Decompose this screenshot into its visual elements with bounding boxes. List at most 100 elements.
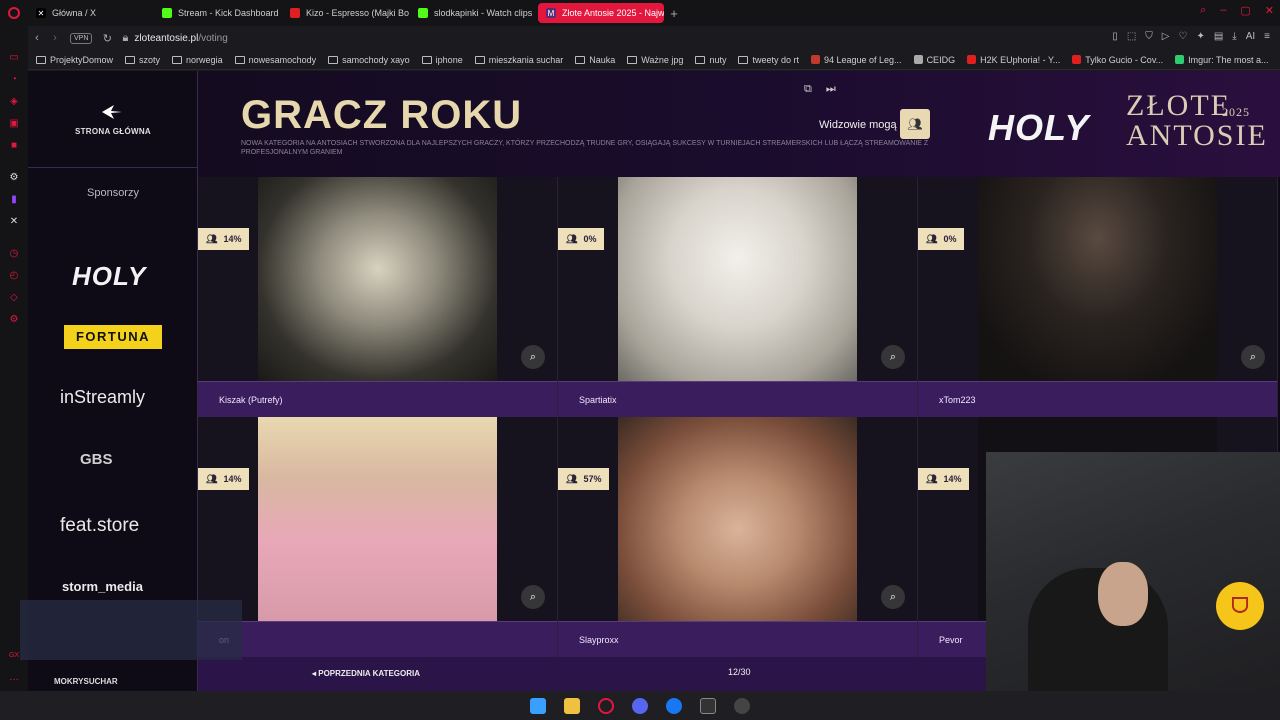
- maximize-icon[interactable]: ▢: [1240, 4, 1250, 17]
- url-field[interactable]: zloteantosie.pl/voting: [134, 33, 227, 44]
- header-controls: ⧉ ⏭︎: [804, 83, 836, 96]
- bookmark-folder[interactable]: Ważne jpg: [627, 55, 683, 65]
- tab-label: Stream - Kick Dashboard: [178, 8, 279, 18]
- history-icon[interactable]: ◷: [8, 248, 20, 260]
- shuffle-icon[interactable]: ⧉: [804, 83, 812, 96]
- x-icon[interactable]: ✕: [8, 216, 20, 228]
- bookmark-folder[interactable]: nuty: [695, 55, 726, 65]
- nominee-name[interactable]: Spartiatix: [558, 381, 917, 417]
- nominee-card[interactable]: 👥︎ 14% ⌕ Kiszak (Putrefy): [198, 177, 558, 417]
- aria-icon[interactable]: ◔: [8, 74, 20, 86]
- sponsor-storm-logo[interactable]: storm_media: [62, 579, 143, 594]
- more-icon[interactable]: …: [8, 672, 20, 684]
- nominee-card[interactable]: 👥︎ 57% ⌕ Slayproxx: [558, 417, 918, 657]
- discord-icon[interactable]: [632, 697, 648, 714]
- bookmark-folder[interactable]: norwegia: [172, 55, 223, 65]
- bookmark-site[interactable]: 94 League of Leg...: [810, 55, 902, 65]
- zoom-icon[interactable]: ⌕: [1241, 345, 1265, 369]
- search-icon[interactable]: ⌕: [1200, 4, 1206, 17]
- nominee-card[interactable]: 👥︎ 0% ⌕ xTom223: [918, 177, 1278, 417]
- nominee-card[interactable]: 👥︎ 0% ⌕ Spartiatix: [558, 177, 918, 417]
- bookmark-folder[interactable]: szoty: [125, 55, 160, 65]
- wallet-icon[interactable]: ▤: [1214, 31, 1223, 42]
- viewers-vote-button[interactable]: 👥︎: [900, 109, 930, 139]
- menu-icon[interactable]: ≡: [1264, 31, 1270, 42]
- ai-icon[interactable]: AI: [1246, 31, 1255, 42]
- chatgpt-icon[interactable]: ⚙: [8, 172, 20, 184]
- tab-kick-dashboard[interactable]: Stream - Kick Dashboard: [154, 3, 282, 23]
- shield-icon[interactable]: ⛉: [1145, 31, 1153, 42]
- messenger-icon[interactable]: ▣: [8, 118, 20, 130]
- play-icon[interactable]: ▷: [1162, 31, 1170, 42]
- extensions-icon[interactable]: ✦: [1196, 31, 1204, 42]
- bookmark-site[interactable]: Imgur: The most a...: [1175, 55, 1269, 65]
- crypto-wallet-icon[interactable]: ◈: [8, 96, 20, 108]
- sponsor-fortuna-logo[interactable]: FORTUNA: [64, 325, 162, 349]
- forward-icon[interactable]: ›: [46, 32, 64, 44]
- bookmark-site[interactable]: CEIDG: [913, 55, 955, 65]
- start-icon[interactable]: [530, 697, 546, 714]
- heart-icon[interactable]: ♡: [1178, 31, 1187, 42]
- bookmark-folder[interactable]: Nauka: [575, 55, 615, 65]
- bookmark-folder[interactable]: samochody xayo: [328, 55, 410, 65]
- bookmark-folder[interactable]: ProjektyDomow: [36, 55, 113, 65]
- kick-icon: [162, 8, 172, 18]
- bookmark-folder[interactable]: tweety do rt: [738, 55, 799, 65]
- app-icon[interactable]: [734, 697, 750, 714]
- sponsor-feat-logo[interactable]: feat.store: [60, 515, 139, 537]
- prev-category-button[interactable]: ◂ POPRZEDNIA KATEGORIA: [312, 669, 420, 678]
- speed-dial-icon[interactable]: ▭: [8, 52, 20, 64]
- vote-percent-badge: 👥︎ 14%: [198, 468, 250, 490]
- nominee-card[interactable]: 👥︎ 14% ⌕ on: [198, 417, 558, 657]
- tab-label: slodkapinki - Watch clips: [434, 8, 533, 18]
- zoom-icon[interactable]: ⌕: [881, 585, 905, 609]
- zoom-icon[interactable]: ⌕: [881, 345, 905, 369]
- minimize-icon[interactable]: –: [1220, 4, 1226, 17]
- vpn-badge[interactable]: VPN: [70, 32, 93, 44]
- gx-icon[interactable]: GX: [8, 650, 20, 662]
- tab-kick-clips[interactable]: slodkapinki - Watch clips: [410, 3, 538, 23]
- reload-icon[interactable]: ↻: [98, 32, 116, 45]
- file-explorer-icon[interactable]: [564, 697, 580, 714]
- new-tab-icon[interactable]: +: [664, 6, 684, 21]
- nominee-name[interactable]: Kiszak (Putrefy): [198, 381, 557, 417]
- sponsor-instreamly-logo[interactable]: inStreamly: [60, 387, 145, 408]
- tab-x[interactable]: ✕ Główna / X: [28, 3, 154, 23]
- close-icon[interactable]: ✕: [1265, 4, 1274, 17]
- terminal-icon[interactable]: [700, 697, 716, 714]
- bookmark-icon[interactable]: ▯: [1112, 31, 1118, 42]
- opera-icon[interactable]: [598, 697, 614, 714]
- back-icon[interactable]: ‹: [28, 32, 46, 44]
- clock-icon[interactable]: ◴: [8, 270, 20, 282]
- zoom-icon[interactable]: ⌕: [521, 585, 545, 609]
- nominee-name[interactable]: on: [198, 621, 557, 657]
- download-icon[interactable]: ⤓: [1232, 31, 1236, 42]
- tab-youtube-kizo[interactable]: Kizo - Espresso (Majki Bo: [282, 3, 410, 23]
- bookmark-folder[interactable]: nowesamochody: [234, 55, 316, 65]
- sponsor-holy-logo[interactable]: HOLY: [72, 261, 146, 292]
- nominee-name[interactable]: xTom223: [918, 381, 1277, 417]
- music-icon[interactable]: ■: [8, 140, 20, 152]
- nominee-name[interactable]: Slayproxx: [558, 621, 917, 657]
- snapshot-icon[interactable]: ⬚: [1127, 31, 1136, 42]
- youtube-icon: [1072, 55, 1082, 64]
- bookmark-folder[interactable]: mieszkania suchar: [474, 55, 563, 65]
- skip-icon[interactable]: ⏭︎: [826, 83, 836, 96]
- zoom-icon[interactable]: ⌕: [521, 345, 545, 369]
- twitch-icon[interactable]: ▮: [8, 194, 20, 206]
- bookmark-site[interactable]: H2K EUphoria! - Y...: [967, 55, 1060, 65]
- folder-icon: [474, 55, 485, 64]
- sponsor-mokrysuchar-logo[interactable]: MOKRYSUCHAR: [54, 677, 118, 686]
- opera-menu-icon[interactable]: [0, 0, 28, 26]
- facebook-icon[interactable]: [666, 697, 682, 714]
- home-arrow-icon[interactable]: [102, 105, 122, 119]
- address-actions: ▯ ⬚ ⛉ ▷ ♡ ✦ ▤ ⤓ AI ≡: [1112, 31, 1270, 42]
- extensions-icon[interactable]: ◇: [8, 292, 20, 304]
- sponsor-gbs-logo[interactable]: GBS: [80, 451, 113, 468]
- bookmark-label: nuty: [709, 54, 727, 65]
- bookmark-folder[interactable]: iphone: [421, 55, 463, 65]
- tab-zlote-antosie[interactable]: M Złote Antosie 2025 - Najw: [538, 3, 664, 23]
- home-link[interactable]: STRONA GŁÓWNA: [28, 127, 198, 136]
- bookmark-site[interactable]: Tylko Gucio - Cov...: [1072, 55, 1163, 65]
- settings-icon[interactable]: ⚙: [8, 314, 20, 326]
